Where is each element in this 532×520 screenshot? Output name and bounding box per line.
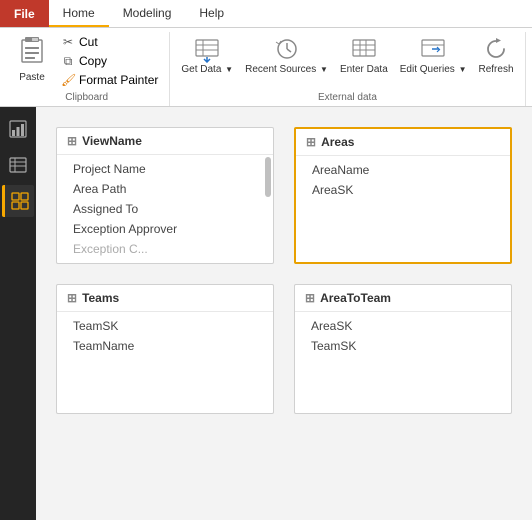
cut-button[interactable]: ✂ Cut — [56, 33, 163, 51]
table-card-areas[interactable]: ⊞ Areas AreaName AreaSK — [294, 127, 512, 264]
format-painter-button[interactable]: 🖌 Format Painter — [56, 71, 163, 89]
list-item: TeamSK — [295, 336, 511, 356]
edit-queries-icon — [419, 35, 447, 63]
recent-sources-button[interactable]: Recent Sources ▼ — [240, 32, 333, 78]
list-item: Exception Approver — [57, 219, 273, 239]
list-item: TeamSK — [57, 316, 273, 336]
sidebar-icon-model[interactable] — [2, 185, 34, 217]
table-icon-areatolteam: ⊞ — [305, 291, 315, 305]
ribbon-group-insert: New Page ▼ New Visual — [526, 32, 532, 106]
list-item: Area Path — [57, 179, 273, 199]
clipboard-group-label: Clipboard — [10, 90, 163, 106]
list-item: AreaName — [296, 160, 510, 180]
copy-label: Copy — [79, 54, 107, 68]
ribbon: File Home Modeling Help — [0, 0, 532, 107]
tab-help[interactable]: Help — [185, 0, 238, 27]
table-card-areatolteam[interactable]: ⊞ AreaToTeam AreaSK TeamSK — [294, 284, 512, 414]
format-painter-label: Format Painter — [79, 73, 158, 87]
table-icon-viewname: ⊞ — [67, 134, 77, 148]
paste-icon — [18, 35, 46, 72]
list-item: TeamName — [57, 336, 273, 356]
canvas: ⊞ ViewName Project Name Area Path Assign… — [36, 107, 532, 520]
paste-label: Paste — [19, 72, 45, 83]
tables-grid: ⊞ ViewName Project Name Area Path Assign… — [56, 127, 512, 414]
enter-data-button[interactable]: Enter Data — [335, 32, 393, 78]
list-item: Assigned To — [57, 199, 273, 219]
get-data-label: Get Data ▼ — [181, 64, 233, 75]
cut-label: Cut — [79, 35, 98, 49]
table-icon-areas: ⊞ — [306, 135, 316, 149]
ribbon-group-external-data: Get Data ▼ Recent Sources ▼ — [170, 32, 525, 106]
recent-sources-label: Recent Sources ▼ — [245, 64, 328, 75]
list-item: Exception C... — [57, 239, 273, 259]
get-data-icon — [193, 35, 221, 63]
external-data-group-label: External data — [176, 90, 518, 106]
copy-button[interactable]: ⧉ Copy — [56, 52, 163, 71]
refresh-icon — [482, 35, 510, 63]
get-data-button[interactable]: Get Data ▼ — [176, 32, 238, 78]
tab-modeling[interactable]: Modeling — [109, 0, 186, 27]
table-card-teams[interactable]: ⊞ Teams TeamSK TeamName — [56, 284, 274, 414]
list-item: AreaSK — [295, 316, 511, 336]
copy-icon: ⧉ — [61, 54, 75, 69]
cut-icon: ✂ — [61, 35, 75, 49]
refresh-button[interactable]: Refresh — [474, 32, 519, 78]
table-name-areas: Areas — [321, 135, 354, 149]
enter-data-icon — [350, 35, 378, 63]
sidebar-icon-data[interactable] — [2, 149, 34, 181]
refresh-label: Refresh — [479, 64, 514, 75]
tab-bar: File Home Modeling Help — [0, 0, 532, 28]
format-painter-icon: 🖌 — [61, 73, 75, 87]
tab-home[interactable]: Home — [49, 0, 109, 27]
list-item: Project Name — [57, 159, 273, 179]
recent-sources-icon — [273, 35, 301, 63]
edit-queries-label: Edit Queries ▼ — [400, 64, 467, 75]
list-item: AreaSK — [296, 180, 510, 200]
enter-data-label: Enter Data — [340, 64, 388, 75]
table-name-areatolteam: AreaToTeam — [320, 291, 391, 305]
table-name-teams: Teams — [82, 291, 119, 305]
ribbon-group-clipboard: Paste ✂ Cut ⧉ Copy 🖌 Format Painter — [4, 32, 170, 106]
edit-queries-button[interactable]: Edit Queries ▼ — [395, 32, 472, 78]
sidebar — [0, 107, 36, 520]
tab-file[interactable]: File — [0, 0, 49, 27]
table-name-viewname: ViewName — [82, 134, 142, 148]
table-card-viewname[interactable]: ⊞ ViewName Project Name Area Path Assign… — [56, 127, 274, 264]
sidebar-icon-report[interactable] — [2, 113, 34, 145]
scroll-indicator[interactable] — [265, 157, 271, 197]
table-icon-teams: ⊞ — [67, 291, 77, 305]
main-area: ⊞ ViewName Project Name Area Path Assign… — [0, 107, 532, 520]
ribbon-content: Paste ✂ Cut ⧉ Copy 🖌 Format Painter — [0, 28, 532, 106]
paste-button[interactable]: Paste — [10, 32, 54, 86]
